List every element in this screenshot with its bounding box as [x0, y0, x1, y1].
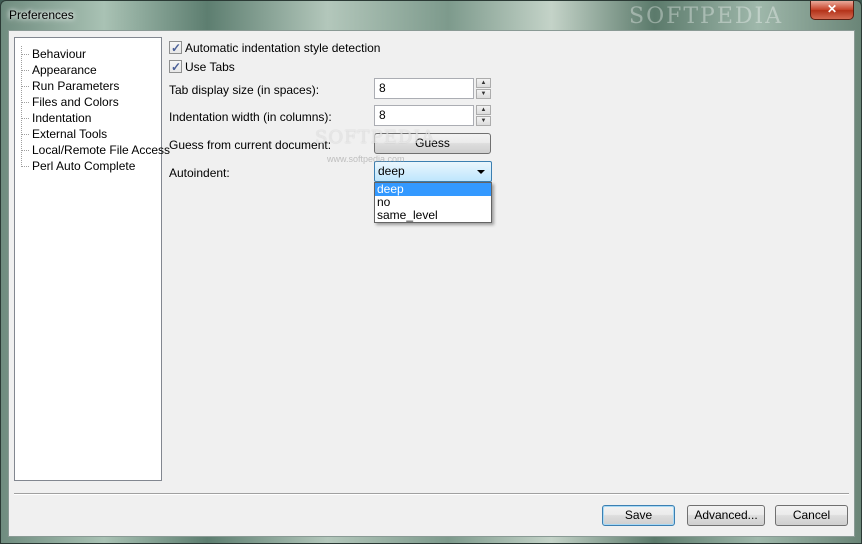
tab-size-input[interactable]: 8: [374, 78, 474, 99]
indent-width-spinner: ▲ ▼: [476, 105, 491, 126]
autoindent-dropdown[interactable]: deep: [374, 161, 492, 182]
indent-width-input[interactable]: 8: [374, 105, 474, 126]
tree-item-label: Behaviour: [32, 47, 87, 61]
auto-detect-label: Automatic indentation style detection: [185, 41, 381, 55]
tab-size-increment-button[interactable]: ▲: [476, 78, 491, 88]
watermark-logo: SOFTPEDIA: [629, 4, 784, 29]
use-tabs-checkbox[interactable]: ✓: [169, 60, 182, 74]
watermark-url: www.softpedia.com: [327, 154, 405, 164]
tab-size-spinner: ▲ ▼: [476, 78, 491, 99]
tree-item-label: Run Parameters: [32, 79, 120, 93]
tree-item-external-tools[interactable]: External Tools: [19, 126, 108, 142]
checkmark-icon: ✓: [171, 41, 182, 55]
tree-item-behaviour[interactable]: Behaviour: [19, 46, 87, 62]
footer-separator: [14, 493, 849, 495]
auto-detect-checkbox-row[interactable]: ✓ Automatic indentation style detection: [169, 40, 380, 56]
tree-item-label: Files and Colors: [32, 95, 119, 109]
checkmark-icon: ✓: [171, 60, 182, 74]
tab-size-label: Tab display size (in spaces):: [169, 83, 320, 97]
tree-item-indentation[interactable]: Indentation: [19, 110, 92, 126]
title-bar[interactable]: Preferences SOFTPEDIA ✕: [1, 1, 861, 30]
chevron-down-icon: [477, 170, 485, 174]
auto-detect-checkbox[interactable]: ✓: [169, 41, 182, 55]
preferences-category-tree[interactable]: Behaviour Appearance Run Parameters File…: [14, 37, 170, 481]
indent-width-label: Indentation width (in columns):: [169, 110, 332, 124]
window-title: Preferences: [9, 8, 74, 22]
autoindent-selected-value: deep: [378, 164, 405, 178]
close-button[interactable]: ✕: [810, 1, 854, 20]
autoindent-label: Autoindent:: [169, 166, 230, 180]
tree-item-files-and-colors[interactable]: Files and Colors: [19, 94, 120, 110]
tree-item-label: Indentation: [32, 111, 92, 125]
advanced-button[interactable]: Advanced...: [687, 505, 765, 526]
tree-item-local-remote-file-access[interactable]: Local/Remote File Access: [19, 142, 171, 158]
tree-item-label: External Tools: [32, 127, 108, 141]
tree-item-perl-auto-complete[interactable]: Perl Auto Complete: [19, 158, 136, 174]
save-button[interactable]: Save: [602, 505, 675, 526]
cancel-button[interactable]: Cancel: [775, 505, 848, 526]
tab-size-decrement-button[interactable]: ▼: [476, 89, 491, 99]
tree-item-label: Local/Remote File Access: [32, 143, 171, 157]
indent-width-increment-button[interactable]: ▲: [476, 105, 491, 115]
tree-item-label: Perl Auto Complete: [32, 159, 136, 173]
preferences-window: Preferences SOFTPEDIA ✕ Behaviour Appear…: [0, 0, 862, 544]
dropdown-option-deep[interactable]: deep: [375, 183, 491, 196]
indent-width-decrement-button[interactable]: ▼: [476, 116, 491, 126]
use-tabs-checkbox-row[interactable]: ✓ Use Tabs: [169, 59, 235, 75]
watermark-logo: SOFTPEDIA: [315, 127, 436, 148]
autoindent-dropdown-list: deep no same_level: [374, 182, 492, 223]
tree-item-run-parameters[interactable]: Run Parameters: [19, 78, 120, 94]
use-tabs-label: Use Tabs: [185, 60, 235, 74]
dialog-client-area: Behaviour Appearance Run Parameters File…: [8, 30, 855, 537]
tree-item-label: Appearance: [32, 63, 97, 77]
tree-item-appearance[interactable]: Appearance: [19, 62, 98, 78]
guess-label: Guess from current document:: [169, 138, 332, 152]
dropdown-option-same-level[interactable]: same_level: [375, 209, 491, 222]
indentation-settings-panel: ✓ Automatic indentation style detection ✓…: [169, 37, 849, 481]
